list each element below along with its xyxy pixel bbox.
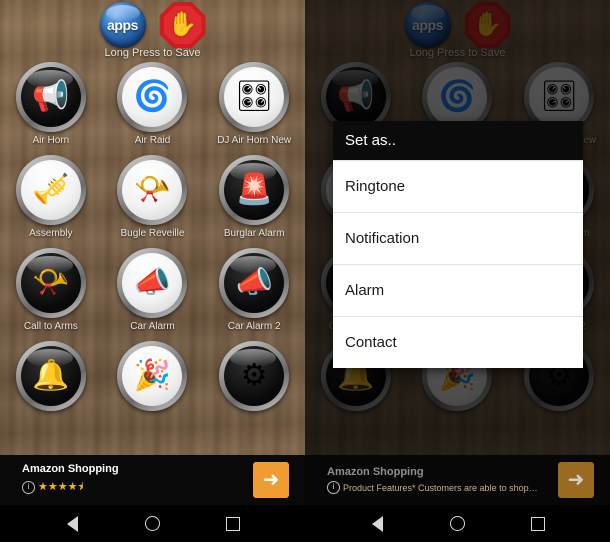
sound-icon-bugle-reveille[interactable]: 📯 <box>117 155 188 225</box>
sound-tile[interactable]: 📯 Call to Arms <box>0 248 102 333</box>
sound-icon-assembly[interactable]: 🎺 <box>15 155 86 225</box>
home-button-icon[interactable] <box>446 513 468 535</box>
sound-label: Assembly <box>29 228 73 239</box>
sound-label: Car Alarm <box>130 321 175 332</box>
tile-glyph: 📯 <box>32 266 70 299</box>
sound-icon-air-raid[interactable]: 🌀 <box>117 62 188 132</box>
sound-icon-partial-1[interactable]: 🔔 <box>15 341 86 411</box>
ad-info-icon[interactable]: i <box>327 481 340 494</box>
sound-tile[interactable]: 📯 Bugle Reveille <box>102 155 204 240</box>
sound-icon-call-to-arms[interactable]: 📯 <box>15 248 86 318</box>
sound-label: Burglar Alarm <box>223 228 285 239</box>
long-press-hint: Long Press to Save <box>104 47 201 59</box>
sound-label: DJ Air Horn New <box>217 135 292 146</box>
apps-button-label: apps <box>106 17 139 33</box>
sound-tile[interactable]: 📢 Air Horn <box>0 62 102 147</box>
tile-glyph: 🌀 <box>133 80 172 113</box>
apps-button[interactable]: apps <box>99 2 146 48</box>
tile-glyph: 📢 <box>32 80 70 113</box>
left-phone-panel: apps ✋ Long Press to Save 📢 Air Horn 🌀 A… <box>0 0 305 505</box>
tile-glyph: 🎉 <box>133 359 172 392</box>
sound-icon-car-alarm[interactable]: 📣 <box>117 248 188 318</box>
ad-banner-left[interactable]: Amazon Shopping i ★★★★⯨ ➜ <box>0 455 305 505</box>
dual-screenshot: apps ✋ Long Press to Save 📢 Air Horn 🌀 A… <box>0 0 610 542</box>
ad-cta-arrow-icon[interactable]: ➜ <box>558 462 594 498</box>
back-button-icon[interactable] <box>61 513 83 535</box>
ad-title: Amazon Shopping <box>327 466 424 478</box>
ad-info-icon[interactable]: i <box>22 481 35 494</box>
dialog-option-contact[interactable]: Contact <box>333 316 583 368</box>
recents-button-icon[interactable] <box>222 513 244 535</box>
sound-tile[interactable]: 📣 Car Alarm 2 <box>203 248 305 333</box>
dialog-option-ringtone[interactable]: Ringtone <box>333 160 583 212</box>
android-navigation-bar <box>0 505 610 542</box>
recents-button-icon[interactable] <box>527 513 549 535</box>
dialog-option-alarm[interactable]: Alarm <box>333 264 583 316</box>
ad-cta-arrow-icon[interactable]: ➜ <box>253 462 289 498</box>
sound-tile[interactable]: 🚨 Burglar Alarm <box>203 155 305 240</box>
set-as-dialog: Set as.. Ringtone Notification Alarm Con… <box>333 121 583 368</box>
ad-star-rating: ★★★★⯨ <box>38 481 84 493</box>
sound-tile[interactable]: 📣 Car Alarm <box>102 248 204 333</box>
sound-grid: 📢 Air Horn 🌀 Air Raid 🎛 DJ Air Horn New … <box>0 62 305 411</box>
sound-label: Air Raid <box>134 135 171 146</box>
sound-tile-partial[interactable]: ⚙ <box>203 341 305 411</box>
tile-glyph: 🎺 <box>32 173 70 206</box>
right-phone-panel: apps ✋ Long Press to Save 📢 Air Horn 🌀 <box>305 0 610 505</box>
sound-tile[interactable]: 🌀 Air Raid <box>102 62 204 147</box>
ad-banner-right[interactable]: Amazon Shopping i Product Features* Cust… <box>305 455 610 505</box>
dialog-title: Set as.. <box>333 121 583 160</box>
ad-title: Amazon Shopping <box>22 463 119 475</box>
tile-glyph: 🚨 <box>235 173 273 206</box>
tile-glyph: 📣 <box>133 266 172 299</box>
app-header: apps ✋ Long Press to Save <box>0 2 305 60</box>
sound-icon-partial-2[interactable]: 🎉 <box>117 341 188 411</box>
nav-right <box>305 505 610 542</box>
nav-left <box>0 505 305 542</box>
sound-tile[interactable]: 🎛 DJ Air Horn New <box>203 62 305 147</box>
sound-label: Car Alarm 2 <box>227 321 281 332</box>
stop-hand-icon: ✋ <box>167 11 198 38</box>
sound-icon-air-horn[interactable]: 📢 <box>15 62 86 132</box>
dialog-option-notification[interactable]: Notification <box>333 212 583 264</box>
sound-icon-partial-3[interactable]: ⚙ <box>219 341 290 411</box>
sound-icon-burglar-alarm[interactable]: 🚨 <box>219 155 290 225</box>
tile-glyph: 📯 <box>133 173 172 206</box>
stop-octagon-icon: ✋ <box>159 2 206 48</box>
stop-button[interactable]: ✋ <box>159 2 206 48</box>
tile-glyph: 📣 <box>235 266 273 299</box>
home-button-icon[interactable] <box>141 513 163 535</box>
back-button-icon[interactable] <box>366 513 388 535</box>
sound-tile-partial[interactable]: 🔔 <box>0 341 102 411</box>
tile-glyph: ⚙ <box>240 359 268 392</box>
sound-icon-car-alarm-2[interactable]: 📣 <box>219 248 290 318</box>
sound-icon-dj-air-horn-new[interactable]: 🎛 <box>219 62 290 132</box>
sound-tile-partial[interactable]: 🎉 <box>102 341 204 411</box>
sound-label: Call to Arms <box>23 321 78 332</box>
tile-glyph: 🔔 <box>32 359 70 392</box>
tile-glyph: 🎛 <box>235 80 274 113</box>
sound-label: Air Horn <box>32 135 70 146</box>
ad-description: Product Features* Customers are able to … <box>343 482 538 493</box>
sound-tile[interactable]: 🎺 Assembly <box>0 155 102 240</box>
sound-label: Bugle Reveille <box>120 228 185 239</box>
